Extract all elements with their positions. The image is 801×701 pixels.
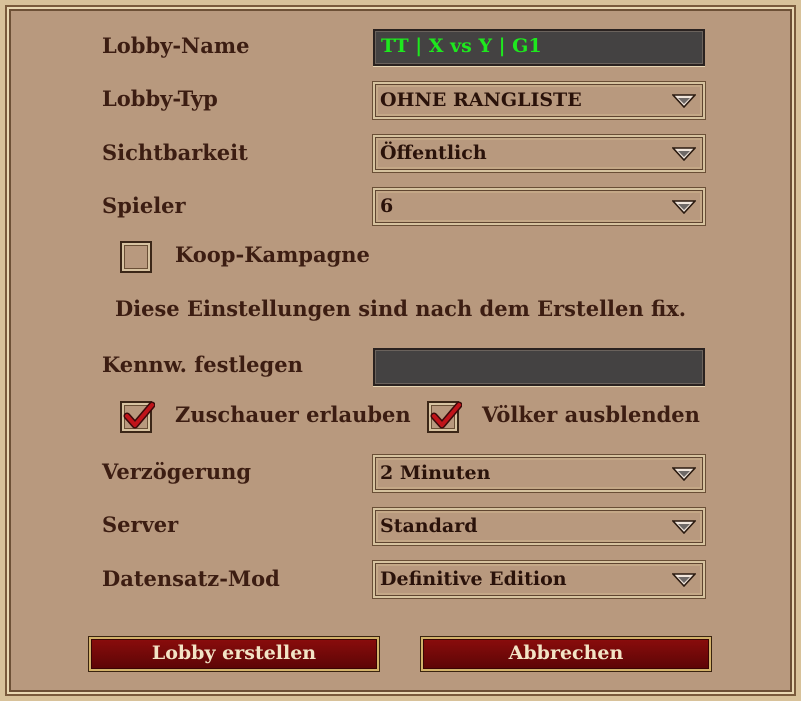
cancel-label: Abbrechen <box>508 642 624 664</box>
delay-dropdown[interactable]: 2 Minuten <box>373 455 705 492</box>
players-dropdown[interactable]: 6 <box>373 188 705 225</box>
server-label: Server <box>102 512 179 537</box>
lobby-type-label: Lobby-Typ <box>102 86 218 111</box>
visibility-dropdown[interactable]: Öffentlich <box>373 135 705 172</box>
allow-spectators-checkbox[interactable] <box>120 401 155 433</box>
checkmark-icon <box>123 401 155 429</box>
create-lobby-button[interactable]: Lobby erstellen <box>89 637 379 671</box>
visibility-value: Öffentlich <box>380 142 487 164</box>
checkmark-icon <box>430 401 462 429</box>
cancel-button[interactable]: Abbrechen <box>421 637 711 671</box>
fixed-settings-note: Diese Einstellungen sind nach dem Erstel… <box>114 296 687 321</box>
lobby-name-value: TT | X vs Y | G1 <box>381 35 542 57</box>
hide-civs-checkbox[interactable] <box>427 401 462 433</box>
create-lobby-label: Lobby erstellen <box>151 642 317 664</box>
password-input[interactable] <box>373 348 705 386</box>
coop-campaign-checkbox[interactable] <box>120 241 152 273</box>
password-label: Kennw. festlegen <box>102 352 303 377</box>
server-dropdown[interactable]: Standard <box>373 508 705 545</box>
delay-label: Verzögerung <box>102 459 252 484</box>
server-value: Standard <box>380 515 478 537</box>
hide-civs-label: Völker ausblenden <box>482 402 700 427</box>
lobby-type-dropdown[interactable]: OHNE RANGLISTE <box>373 82 705 119</box>
players-value: 6 <box>380 195 394 217</box>
chevron-down-icon <box>672 520 696 534</box>
players-label: Spieler <box>102 193 186 218</box>
chevron-down-icon <box>672 94 696 108</box>
chevron-down-icon <box>672 573 696 587</box>
delay-value: 2 Minuten <box>380 462 491 484</box>
data-mod-value: Definitive Edition <box>380 568 567 590</box>
data-mod-label: Datensatz-Mod <box>102 566 280 591</box>
coop-campaign-label: Koop-Kampagne <box>175 242 370 267</box>
lobby-type-value: OHNE RANGLISTE <box>380 89 582 111</box>
chevron-down-icon <box>672 200 696 214</box>
chevron-down-icon <box>672 467 696 481</box>
data-mod-dropdown[interactable]: Definitive Edition <box>373 561 705 598</box>
lobby-name-label: Lobby-Name <box>102 33 250 58</box>
visibility-label: Sichtbarkeit <box>102 140 248 165</box>
chevron-down-icon <box>672 147 696 161</box>
lobby-name-input[interactable]: TT | X vs Y | G1 <box>373 29 705 66</box>
allow-spectators-label: Zuschauer erlauben <box>175 402 411 427</box>
